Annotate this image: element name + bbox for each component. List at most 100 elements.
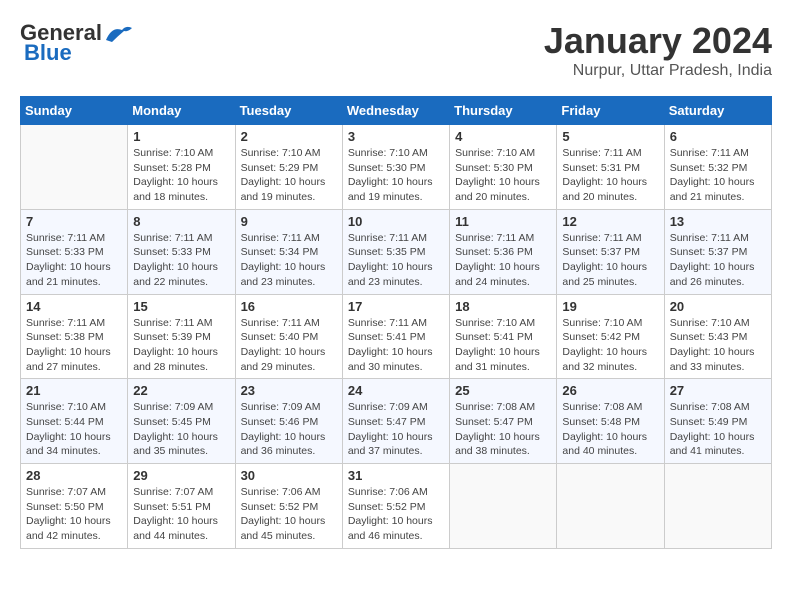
calendar-week-row: 21Sunrise: 7:10 AM Sunset: 5:44 PM Dayli… bbox=[21, 379, 772, 464]
weekday-header: Tuesday bbox=[235, 97, 342, 125]
day-info: Sunrise: 7:10 AM Sunset: 5:29 PM Dayligh… bbox=[241, 146, 337, 205]
day-info: Sunrise: 7:11 AM Sunset: 5:38 PM Dayligh… bbox=[26, 316, 122, 375]
day-number: 13 bbox=[670, 214, 766, 229]
day-number: 17 bbox=[348, 299, 444, 314]
day-number: 3 bbox=[348, 129, 444, 144]
day-info: Sunrise: 7:10 AM Sunset: 5:42 PM Dayligh… bbox=[562, 316, 658, 375]
day-info: Sunrise: 7:11 AM Sunset: 5:31 PM Dayligh… bbox=[562, 146, 658, 205]
calendar-cell: 19 Sunrise: 7:10 AM Sunset: 5:42 PM Dayli… bbox=[557, 294, 664, 379]
calendar-week-row: 14 Sunrise: 7:11 AM Sunset: 5:38 PM Dayli… bbox=[21, 294, 772, 379]
day-number: 8 bbox=[133, 214, 229, 229]
calendar-cell: 15 Sunrise: 7:11 AM Sunset: 5:39 PM Dayli… bbox=[128, 294, 235, 379]
day-number: 16 bbox=[241, 299, 337, 314]
day-number: 15 bbox=[133, 299, 229, 314]
title-area: January 2024 Nurpur, Uttar Pradesh, Indi… bbox=[544, 20, 772, 80]
day-info: Sunrise: 7:11 AM Sunset: 5:34 PM Dayligh… bbox=[241, 231, 337, 290]
day-info: Sunrise: 7:11 AM Sunset: 5:32 PM Dayligh… bbox=[670, 146, 766, 205]
day-info: Sunrise: 7:11 AM Sunset: 5:33 PM Dayligh… bbox=[26, 231, 122, 290]
calendar-cell: 12Sunrise: 7:11 AM Sunset: 5:37 PM Dayli… bbox=[557, 209, 664, 294]
day-number: 18 bbox=[455, 299, 551, 314]
weekday-header: Friday bbox=[557, 97, 664, 125]
logo: General Blue bbox=[20, 20, 134, 66]
day-info: Sunrise: 7:10 AM Sunset: 5:28 PM Dayligh… bbox=[133, 146, 229, 205]
day-info: Sunrise: 7:11 AM Sunset: 5:35 PM Dayligh… bbox=[348, 231, 444, 290]
day-number: 22 bbox=[133, 383, 229, 398]
day-info: Sunrise: 7:07 AM Sunset: 5:51 PM Dayligh… bbox=[133, 485, 229, 544]
calendar-week-row: 7 Sunrise: 7:11 AM Sunset: 5:33 PM Daylig… bbox=[21, 209, 772, 294]
calendar-cell: 30 Sunrise: 7:06 AM Sunset: 5:52 PM Dayli… bbox=[235, 464, 342, 549]
calendar-cell bbox=[664, 464, 771, 549]
calendar-cell: 10 Sunrise: 7:11 AM Sunset: 5:35 PM Dayli… bbox=[342, 209, 449, 294]
calendar-cell bbox=[450, 464, 557, 549]
day-info: Sunrise: 7:09 AM Sunset: 5:46 PM Dayligh… bbox=[241, 400, 337, 459]
day-info: Sunrise: 7:09 AM Sunset: 5:47 PM Dayligh… bbox=[348, 400, 444, 459]
calendar-cell: 6 Sunrise: 7:11 AM Sunset: 5:32 PM Daylig… bbox=[664, 125, 771, 210]
day-info: Sunrise: 7:10 AM Sunset: 5:41 PM Dayligh… bbox=[455, 316, 551, 375]
day-number: 7 bbox=[26, 214, 122, 229]
day-number: 20 bbox=[670, 299, 766, 314]
calendar-cell: 29 Sunrise: 7:07 AM Sunset: 5:51 PM Dayli… bbox=[128, 464, 235, 549]
day-info: Sunrise: 7:10 AM Sunset: 5:30 PM Dayligh… bbox=[455, 146, 551, 205]
calendar-cell: 22Sunrise: 7:09 AM Sunset: 5:45 PM Dayli… bbox=[128, 379, 235, 464]
day-number: 10 bbox=[348, 214, 444, 229]
calendar-cell: 27 Sunrise: 7:08 AM Sunset: 5:49 PM Dayli… bbox=[664, 379, 771, 464]
day-number: 25 bbox=[455, 383, 551, 398]
day-info: Sunrise: 7:11 AM Sunset: 5:40 PM Dayligh… bbox=[241, 316, 337, 375]
day-number: 24 bbox=[348, 383, 444, 398]
day-info: Sunrise: 7:08 AM Sunset: 5:49 PM Dayligh… bbox=[670, 400, 766, 459]
calendar-cell bbox=[557, 464, 664, 549]
month-title: January 2024 bbox=[544, 20, 772, 62]
calendar-cell: 26 Sunrise: 7:08 AM Sunset: 5:48 PM Dayli… bbox=[557, 379, 664, 464]
day-info: Sunrise: 7:10 AM Sunset: 5:43 PM Dayligh… bbox=[670, 316, 766, 375]
calendar-cell: 13Sunrise: 7:11 AM Sunset: 5:37 PM Dayli… bbox=[664, 209, 771, 294]
calendar-cell: 2Sunrise: 7:10 AM Sunset: 5:29 PM Daylig… bbox=[235, 125, 342, 210]
weekday-header: Saturday bbox=[664, 97, 771, 125]
day-info: Sunrise: 7:06 AM Sunset: 5:52 PM Dayligh… bbox=[241, 485, 337, 544]
calendar-cell: 5 Sunrise: 7:11 AM Sunset: 5:31 PM Daylig… bbox=[557, 125, 664, 210]
day-info: Sunrise: 7:08 AM Sunset: 5:48 PM Dayligh… bbox=[562, 400, 658, 459]
weekday-header: Monday bbox=[128, 97, 235, 125]
day-number: 31 bbox=[348, 468, 444, 483]
calendar-header-row: SundayMondayTuesdayWednesdayThursdayFrid… bbox=[21, 97, 772, 125]
day-number: 27 bbox=[670, 383, 766, 398]
day-number: 14 bbox=[26, 299, 122, 314]
weekday-header: Wednesday bbox=[342, 97, 449, 125]
calendar-cell: 16 Sunrise: 7:11 AM Sunset: 5:40 PM Dayli… bbox=[235, 294, 342, 379]
calendar-cell: 20 Sunrise: 7:10 AM Sunset: 5:43 PM Dayli… bbox=[664, 294, 771, 379]
day-info: Sunrise: 7:11 AM Sunset: 5:33 PM Dayligh… bbox=[133, 231, 229, 290]
day-info: Sunrise: 7:10 AM Sunset: 5:44 PM Dayligh… bbox=[26, 400, 122, 459]
logo-blue: Blue bbox=[24, 40, 72, 66]
calendar-cell: 8 Sunrise: 7:11 AM Sunset: 5:33 PM Daylig… bbox=[128, 209, 235, 294]
day-number: 19 bbox=[562, 299, 658, 314]
weekday-header: Sunday bbox=[21, 97, 128, 125]
day-info: Sunrise: 7:07 AM Sunset: 5:50 PM Dayligh… bbox=[26, 485, 122, 544]
day-number: 29 bbox=[133, 468, 229, 483]
day-number: 30 bbox=[241, 468, 337, 483]
calendar-cell: 18 Sunrise: 7:10 AM Sunset: 5:41 PM Dayli… bbox=[450, 294, 557, 379]
day-number: 28 bbox=[26, 468, 122, 483]
calendar-cell: 14 Sunrise: 7:11 AM Sunset: 5:38 PM Dayli… bbox=[21, 294, 128, 379]
day-number: 26 bbox=[562, 383, 658, 398]
calendar-cell: 24 Sunrise: 7:09 AM Sunset: 5:47 PM Dayli… bbox=[342, 379, 449, 464]
day-number: 1 bbox=[133, 129, 229, 144]
day-number: 23 bbox=[241, 383, 337, 398]
day-info: Sunrise: 7:10 AM Sunset: 5:30 PM Dayligh… bbox=[348, 146, 444, 205]
day-info: Sunrise: 7:11 AM Sunset: 5:36 PM Dayligh… bbox=[455, 231, 551, 290]
calendar-cell: 11 Sunrise: 7:11 AM Sunset: 5:36 PM Dayli… bbox=[450, 209, 557, 294]
day-info: Sunrise: 7:06 AM Sunset: 5:52 PM Dayligh… bbox=[348, 485, 444, 544]
weekday-header: Thursday bbox=[450, 97, 557, 125]
day-info: Sunrise: 7:11 AM Sunset: 5:41 PM Dayligh… bbox=[348, 316, 444, 375]
calendar-cell: 28 Sunrise: 7:07 AM Sunset: 5:50 PM Dayli… bbox=[21, 464, 128, 549]
calendar-cell: 3 Sunrise: 7:10 AM Sunset: 5:30 PM Daylig… bbox=[342, 125, 449, 210]
day-number: 9 bbox=[241, 214, 337, 229]
calendar-week-row: 1 Sunrise: 7:10 AM Sunset: 5:28 PM Daylig… bbox=[21, 125, 772, 210]
day-number: 5 bbox=[562, 129, 658, 144]
day-number: 11 bbox=[455, 214, 551, 229]
calendar-cell: 23 Sunrise: 7:09 AM Sunset: 5:46 PM Dayli… bbox=[235, 379, 342, 464]
calendar-cell: 17 Sunrise: 7:11 AM Sunset: 5:41 PM Dayli… bbox=[342, 294, 449, 379]
logo-bird-icon bbox=[104, 22, 134, 44]
day-info: Sunrise: 7:11 AM Sunset: 5:39 PM Dayligh… bbox=[133, 316, 229, 375]
day-number: 6 bbox=[670, 129, 766, 144]
day-info: Sunrise: 7:11 AM Sunset: 5:37 PM Dayligh… bbox=[562, 231, 658, 290]
calendar-cell: 7 Sunrise: 7:11 AM Sunset: 5:33 PM Daylig… bbox=[21, 209, 128, 294]
